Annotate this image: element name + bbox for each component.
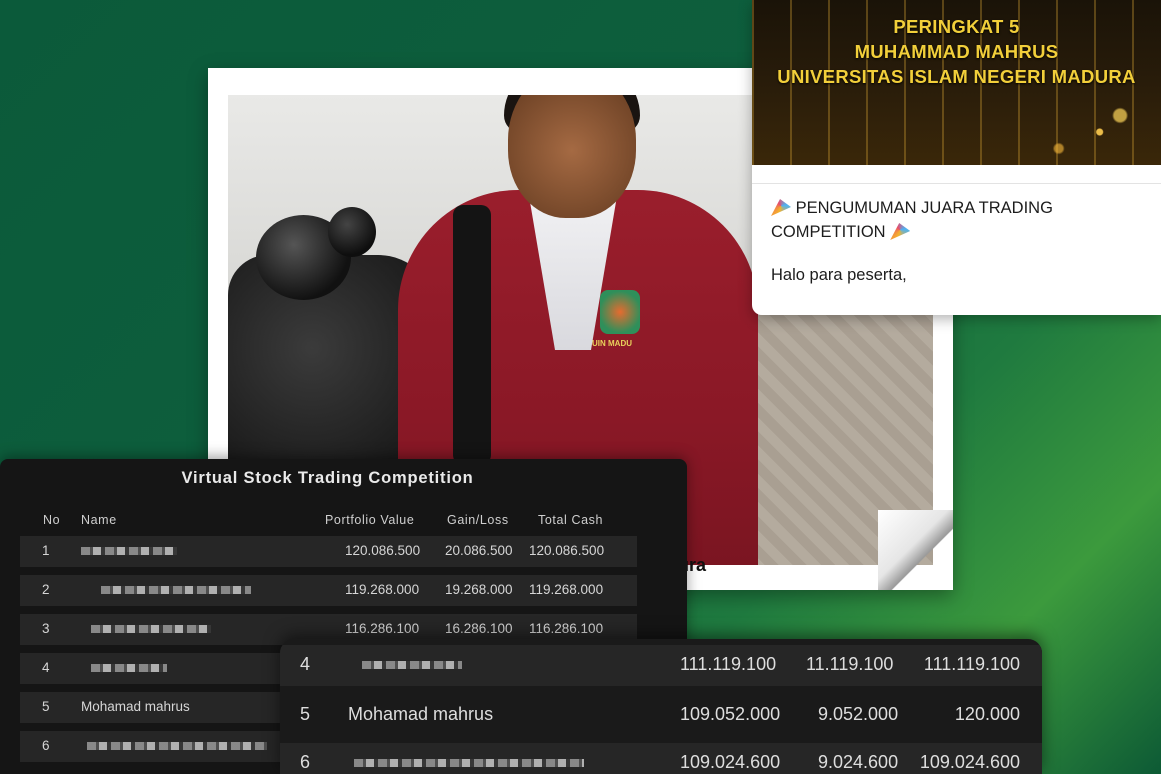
rank-number: 3 bbox=[42, 621, 50, 636]
collage: UIN MADU ura PERINGKAT 5 MUHAMMAD MAHRUS… bbox=[0, 0, 1161, 774]
announcement-title: PENGUMUMAN JUARA TRADING COMPETITION bbox=[771, 196, 1151, 244]
participant-name: Mohamad mahrus bbox=[348, 704, 494, 724]
announcement-title-line2: COMPETITION bbox=[771, 223, 886, 241]
total-cash: 120.086.500 bbox=[529, 543, 605, 558]
table-row: 6 109.024.600 9.024.600 109.024.600 bbox=[280, 743, 1042, 774]
gain-loss: 11.119.100 bbox=[806, 654, 894, 674]
gain-loss: 16.286.100 bbox=[445, 621, 513, 636]
announcement-title-line1: PENGUMUMAN JUARA TRADING bbox=[795, 199, 1053, 217]
emblem-text: UIN MADU bbox=[592, 339, 632, 348]
banner-name: MUHAMMAD MAHRUS bbox=[854, 41, 1059, 62]
portfolio-value: 116.286.100 bbox=[345, 621, 420, 636]
leaderboard-title: Virtual Stock Trading Competition bbox=[181, 469, 474, 487]
total-cash: 116.286.100 bbox=[529, 621, 604, 636]
portfolio-value: 119.268.000 bbox=[345, 582, 420, 597]
header-portfolio-value: Portfolio Value bbox=[325, 513, 415, 527]
header-total-cash: Total Cash bbox=[538, 513, 604, 527]
participant-name: Mohamad mahrus bbox=[81, 699, 190, 714]
header-no: No bbox=[43, 513, 61, 527]
portfolio-value: 109.052.000 bbox=[680, 704, 781, 724]
banner-rank: PERINGKAT 5 bbox=[893, 16, 1020, 37]
zoomed-leaderboard: 4 111.119.100 11.119.100 111.119.100 5 M… bbox=[280, 639, 1042, 774]
participant-name-redacted bbox=[81, 543, 177, 558]
table-row: 4 111.119.100 11.119.100 111.119.100 bbox=[280, 645, 1042, 686]
rank-number: 2 bbox=[42, 582, 50, 597]
rank-number: 4 bbox=[42, 660, 50, 675]
portfolio-value: 120.086.500 bbox=[345, 543, 421, 558]
gain-loss: 9.052.000 bbox=[818, 704, 899, 724]
portfolio-value: 111.119.100 bbox=[680, 654, 777, 674]
page-curl bbox=[878, 510, 953, 590]
rank-number: 6 bbox=[300, 752, 311, 772]
header-name: Name bbox=[81, 513, 117, 527]
gain-loss: 9.024.600 bbox=[818, 752, 899, 772]
participant-name-redacted bbox=[81, 621, 211, 636]
total-cash: 111.119.100 bbox=[923, 654, 1020, 674]
rank-number: 6 bbox=[42, 738, 50, 753]
announcement-banner: PERINGKAT 5 MUHAMMAD MAHRUS UNIVERSITAS … bbox=[752, 0, 1161, 165]
participant-name-redacted bbox=[348, 752, 584, 773]
gain-loss: 20.086.500 bbox=[445, 543, 513, 558]
rank-number: 5 bbox=[42, 699, 50, 714]
portfolio-value: 109.024.600 bbox=[680, 752, 781, 772]
header-gain-loss: Gain/Loss bbox=[447, 513, 509, 527]
party-popper-icon bbox=[771, 199, 791, 216]
university-emblem-icon bbox=[600, 290, 640, 334]
table-row: 5 Mohamad mahrus 109.052.000 9.052.000 1… bbox=[280, 695, 1042, 736]
participant-name-redacted bbox=[348, 654, 462, 675]
divider bbox=[752, 183, 1161, 184]
participant-name-redacted bbox=[81, 738, 267, 753]
gain-loss: 19.268.000 bbox=[445, 582, 513, 597]
total-cash: 119.268.000 bbox=[529, 582, 604, 597]
party-popper-icon bbox=[890, 223, 911, 240]
helmet-icon bbox=[328, 207, 376, 257]
face bbox=[508, 95, 636, 218]
total-cash: 120.000 bbox=[954, 704, 1020, 724]
announcement-card: PERINGKAT 5 MUHAMMAD MAHRUS UNIVERSITAS … bbox=[752, 0, 1161, 315]
rank-number: 5 bbox=[300, 704, 311, 724]
backpack-strap bbox=[453, 205, 491, 465]
total-cash: 109.024.600 bbox=[919, 752, 1020, 772]
participant-name-redacted bbox=[81, 660, 167, 675]
table-row: 2 119.268.000 19.268.000 119.268.000 bbox=[20, 575, 637, 606]
rank-number: 1 bbox=[42, 543, 50, 558]
table-row: 1 120.086.500 20.086.500 120.086.500 bbox=[20, 536, 637, 567]
announcement-greeting: Halo para peserta, bbox=[771, 266, 907, 284]
banner-university: UNIVERSITAS ISLAM NEGERI MADURA bbox=[777, 66, 1136, 87]
rank-number: 4 bbox=[300, 654, 311, 674]
participant-name-redacted bbox=[81, 582, 251, 597]
